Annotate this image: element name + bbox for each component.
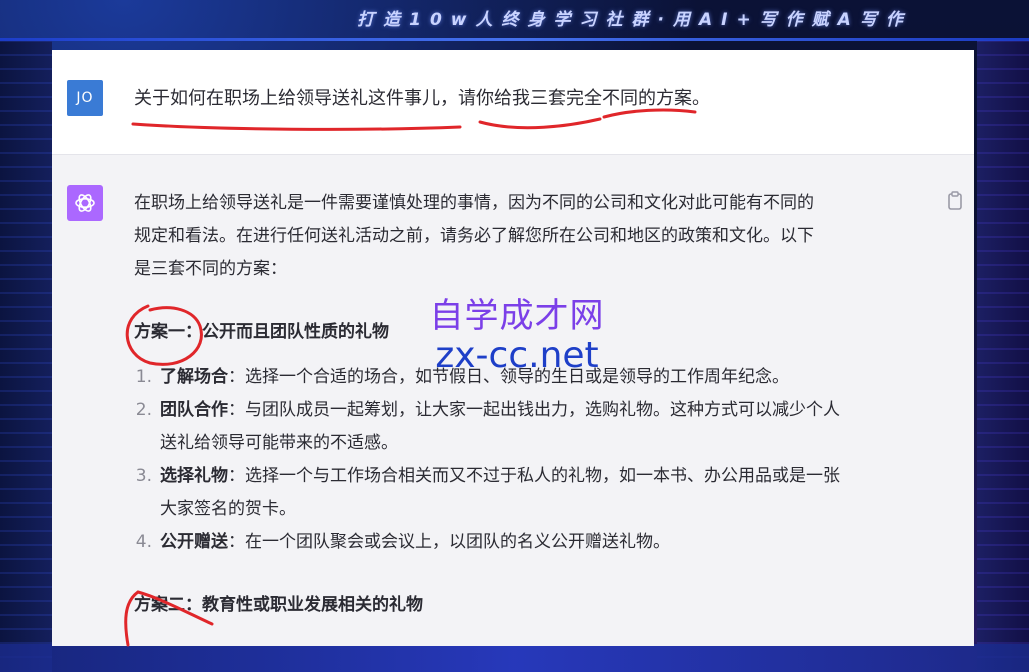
list-item-text: ：在一个团队聚会或会议上，以团队的名义公开赠送礼物。	[228, 532, 670, 552]
right-decor	[977, 40, 1029, 672]
user-message-row: JO 关于如何在职场上给领导送礼这件事儿，请你给我三套完全不同的方案。	[52, 50, 974, 155]
list-item-text: ：选择一个合适的场合，如节假日、领导的生日或是领导的工作周年纪念。	[228, 367, 789, 387]
list-item-text: ：与团队成员一起筹划，让大家一起出钱出力，选购礼物。这种方式可以减少个人	[228, 400, 840, 420]
intro-line-2: 规定和看法。在进行任何送礼活动之前，请务必了解您所在公司和地区的政策和文化。以下	[134, 226, 814, 246]
assistant-message: 在职场上给领导送礼是一件需要谨慎处理的事情，因为不同的公司和文化对此可能有不同的…	[134, 187, 924, 634]
intro-line-3: 是三套不同的方案：	[134, 259, 287, 279]
plan1-heading: 方案一：公开而且团队性质的礼物	[134, 322, 389, 342]
bottom-decor	[0, 644, 1029, 672]
intro-paragraph: 在职场上给领导送礼是一件需要谨慎处理的事情，因为不同的公司和文化对此可能有不同的…	[134, 187, 924, 286]
list-item-number: 4.	[135, 532, 152, 552]
user-message-text: 关于如何在职场上给领导送礼这件事儿，请你给我三套完全不同的方案。	[134, 88, 710, 109]
list-item-term: 了解场合	[160, 367, 228, 387]
banner-divider	[0, 38, 1029, 41]
left-decor	[0, 40, 52, 672]
chat-window: JO 关于如何在职场上给领导送礼这件事儿，请你给我三套完全不同的方案。 在职场上…	[52, 50, 974, 646]
plan1-list: 1. 了解场合：选择一个合适的场合，如节假日、领导的生日或是领导的工作周年纪念。 …	[134, 361, 924, 559]
list-item-number: 3.	[135, 466, 152, 486]
openai-logo-icon	[67, 185, 103, 221]
list-item-term: 公开赠送	[160, 532, 228, 552]
list-item-number: 1.	[135, 367, 152, 387]
clipboard-icon[interactable]	[946, 191, 964, 211]
user-avatar: JO	[67, 80, 103, 116]
intro-line-1: 在职场上给领导送礼是一件需要谨慎处理的事情，因为不同的公司和文化对此可能有不同的	[134, 193, 814, 213]
assistant-message-row: 在职场上给领导送礼是一件需要谨慎处理的事情，因为不同的公司和文化对此可能有不同的…	[52, 155, 974, 646]
list-item-term: 团队合作	[160, 400, 228, 420]
list-item-text-cont: 大家签名的贺卡。	[160, 499, 296, 519]
list-item-number: 2.	[135, 400, 152, 420]
list-item: 3. 选择礼物：选择一个与工作场合相关而又不过于私人的礼物，如一本书、办公用品或是…	[134, 460, 924, 526]
list-item: 4. 公开赠送：在一个团队聚会或会议上，以团队的名义公开赠送礼物。	[134, 526, 924, 559]
banner-text: 打造10w人终身学习社群·用AI+写作赋A写作	[357, 9, 912, 30]
list-item-term: 选择礼物	[160, 466, 228, 486]
list-item: 2. 团队合作：与团队成员一起筹划，让大家一起出钱出力，选购礼物。这种方式可以减少…	[134, 394, 924, 460]
list-item-text-cont: 送礼给领导可能带来的不适感。	[160, 433, 398, 453]
top-banner: 打造10w人终身学习社群·用AI+写作赋A写作	[0, 0, 1029, 34]
plan2-heading: 方案二：教育性或职业发展相关的礼物	[134, 595, 423, 615]
list-item: 1. 了解场合：选择一个合适的场合，如节假日、领导的生日或是领导的工作周年纪念。	[134, 361, 924, 394]
list-item-text: ：选择一个与工作场合相关而又不过于私人的礼物，如一本书、办公用品或是一张	[228, 466, 840, 486]
